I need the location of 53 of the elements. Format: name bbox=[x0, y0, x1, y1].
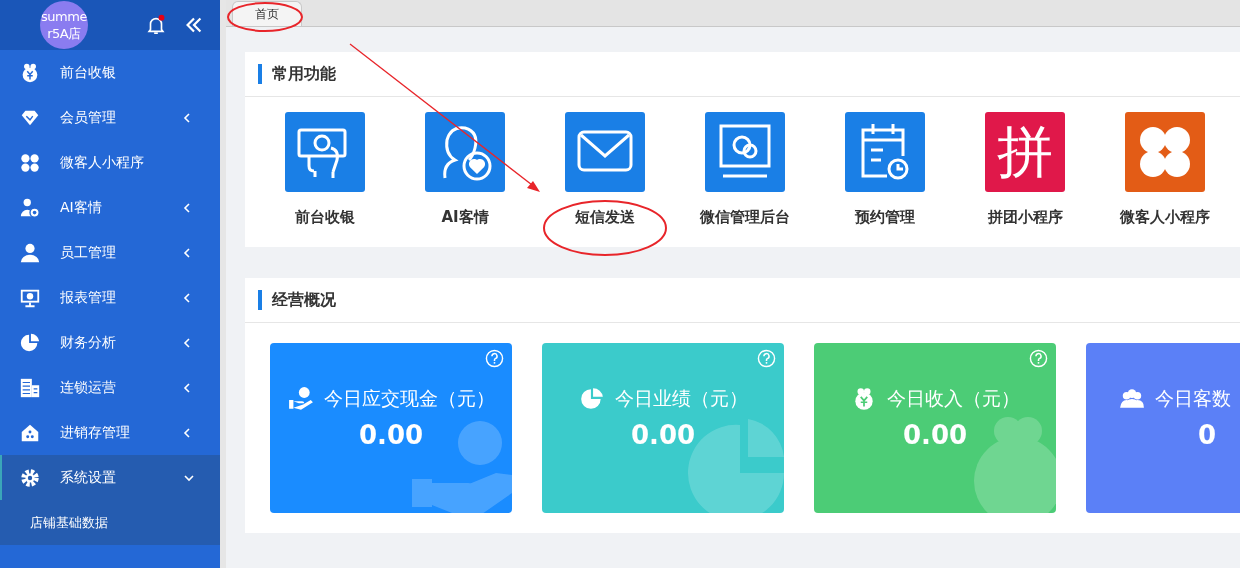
chevron-left-icon bbox=[181, 336, 193, 349]
chevron-left-icon bbox=[181, 111, 193, 124]
pie-chart-icon bbox=[19, 331, 41, 354]
chevron-left-icon bbox=[181, 381, 193, 394]
sidebar-item[interactable]: 进销存管理 bbox=[0, 410, 220, 455]
store-avatar[interactable]: summer5A店 bbox=[40, 1, 88, 49]
sidebar-item[interactable]: 系统设置 bbox=[0, 455, 220, 500]
help-icon[interactable] bbox=[485, 349, 504, 368]
bell-icon[interactable] bbox=[145, 14, 167, 36]
feature-shortcut[interactable]: AI客情 bbox=[395, 112, 535, 227]
person-heart-icon bbox=[19, 196, 41, 219]
feature-shortcut[interactable]: 预约管理 bbox=[815, 112, 955, 227]
pie-chart-icon bbox=[578, 386, 605, 412]
envelope-icon[interactable] bbox=[565, 112, 645, 192]
four-petal-icon[interactable] bbox=[1125, 112, 1205, 192]
stat-title: 今日应交现金（元） bbox=[323, 386, 495, 411]
stat-value: 0.00 bbox=[629, 420, 697, 450]
chevron-left-icon bbox=[181, 291, 193, 304]
feature-shortcut[interactable]: 微信管理后台 bbox=[675, 112, 815, 227]
sidebar-item[interactable]: 微客人小程序 bbox=[0, 140, 220, 185]
help-icon[interactable] bbox=[1029, 349, 1048, 368]
sidebar-item[interactable]: AI客情 bbox=[0, 185, 220, 230]
stat-title: 今日收入（元） bbox=[886, 386, 1020, 411]
chevron-left-icon bbox=[181, 426, 193, 439]
person-icon bbox=[19, 241, 41, 264]
feature-shortcut[interactable]: 前台收银 bbox=[255, 112, 395, 227]
sidebar-item[interactable]: 财务分析 bbox=[0, 320, 220, 365]
character-tile-icon[interactable]: 拼 bbox=[985, 112, 1065, 192]
chevron-left-icon bbox=[181, 246, 193, 259]
building-icon bbox=[19, 376, 41, 399]
sidebar-item[interactable]: 会员管理 bbox=[0, 95, 220, 140]
gear-icon bbox=[19, 466, 41, 489]
submenu-item[interactable]: 店铺基础数据 bbox=[0, 500, 220, 545]
feature-shortcut[interactable]: 微客人小程序 bbox=[1095, 112, 1235, 227]
chevron-left-icon bbox=[181, 201, 193, 214]
sidebar-item[interactable]: 前台收银 bbox=[0, 50, 220, 95]
panel-title: 常用功能 bbox=[258, 64, 336, 84]
stat-value: 0.00 bbox=[357, 420, 425, 450]
hand-coin-icon bbox=[287, 386, 314, 412]
stat-title: 今日业绩（元） bbox=[614, 386, 748, 411]
monitor-chat-icon[interactable] bbox=[705, 112, 785, 192]
sidebar-item[interactable]: 报表管理 bbox=[0, 275, 220, 320]
clover-icon bbox=[19, 151, 41, 174]
stat-value: 0.00 bbox=[901, 420, 969, 450]
stat-title: 今日客数 bbox=[1155, 386, 1231, 411]
feature-shortcut[interactable]: 拼 拼团小程序 bbox=[955, 112, 1095, 227]
calendar-clock-icon[interactable] bbox=[845, 112, 925, 192]
stat-value: 0 bbox=[1196, 420, 1218, 450]
panel-title: 经营概况 bbox=[258, 290, 336, 310]
cashier-hand-icon[interactable] bbox=[285, 112, 365, 192]
feature-shortcut[interactable]: 短信发送 bbox=[535, 112, 675, 227]
sidebar-item[interactable]: 连锁运营 bbox=[0, 365, 220, 410]
sidebar-item[interactable]: 员工管理 bbox=[0, 230, 220, 275]
